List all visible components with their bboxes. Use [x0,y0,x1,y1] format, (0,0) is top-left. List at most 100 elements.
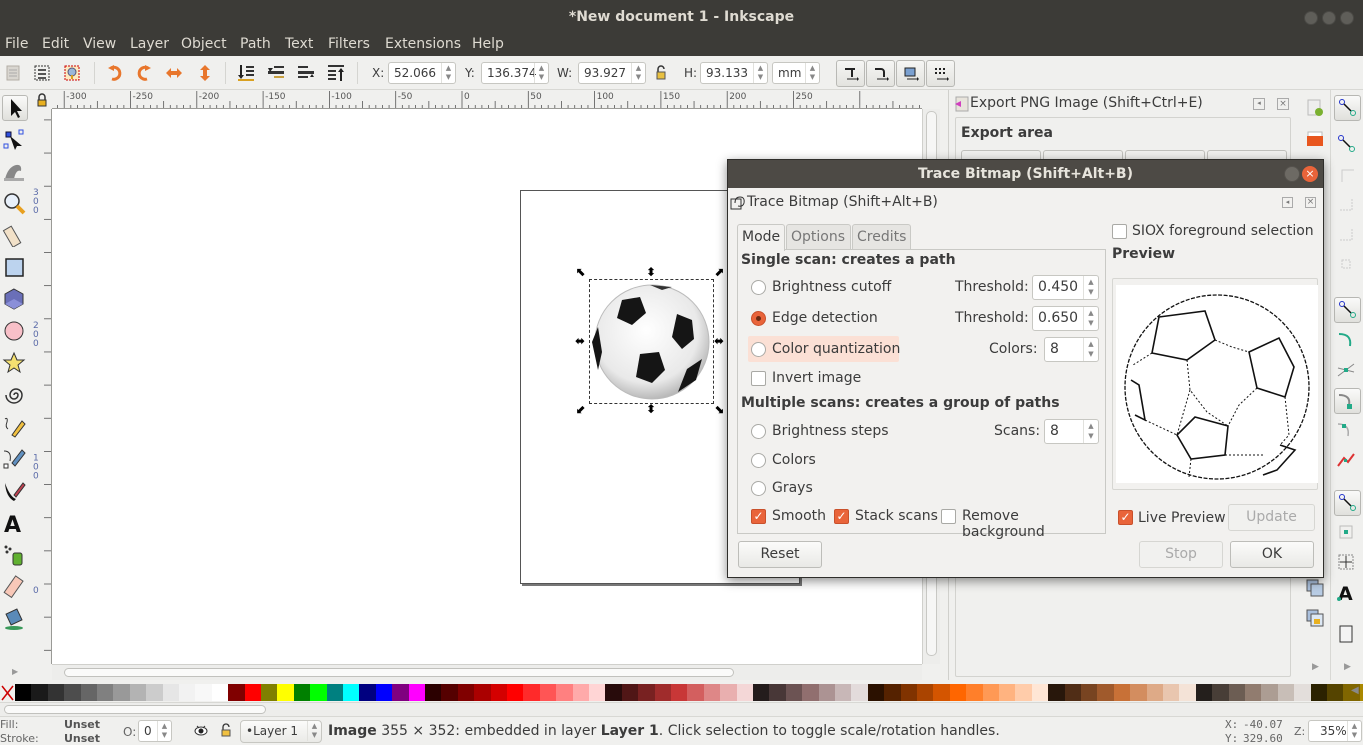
color-swatch[interactable] [671,684,688,701]
color-swatch[interactable] [1015,684,1033,701]
tab-options[interactable]: Options [786,224,851,250]
color-quantization-label[interactable]: Color quantization [772,341,900,357]
color-swatch[interactable] [408,684,426,701]
snap-bbox-corners-icon[interactable] [1334,192,1361,218]
x-coordinate-input[interactable]: 52.066 ▲ ▼ [388,62,456,84]
tab-credits[interactable]: Credits [852,224,911,250]
grays-radio[interactable] [751,481,766,496]
tab-mode[interactable]: Mode [737,224,785,251]
color-swatch[interactable] [1048,684,1066,701]
snap-toggle[interactable] [1334,95,1361,121]
color-swatch[interactable] [1245,684,1262,701]
color-swatch[interactable] [64,684,82,701]
width-input[interactable]: 93.927 ▲ ▼ [578,62,646,84]
color-swatch[interactable] [917,684,934,701]
color-swatch[interactable] [293,684,311,701]
star-tool[interactable] [2,351,28,377]
minimize-button[interactable] [1304,11,1318,25]
remove-background-checkbox[interactable] [941,509,956,524]
open-icon[interactable] [1305,128,1325,148]
color-swatch[interactable] [1195,684,1213,701]
move-patterns-toggle[interactable] [926,60,955,87]
snap-path-intersections-icon[interactable] [1334,358,1361,384]
lower-icon[interactable] [267,64,285,82]
rotate-cw-icon[interactable] [135,64,153,82]
dialog-close-button[interactable]: × [1302,166,1318,182]
ellipse-tool[interactable] [2,319,28,345]
spray-tool[interactable] [2,543,28,569]
snap-object-centers-icon[interactable] [1334,520,1361,546]
snap-bbox-icon[interactable] [1334,132,1361,158]
tweak-tool[interactable] [2,159,28,185]
layer-visibility-eye-icon[interactable] [194,724,208,738]
reset-button[interactable]: Reset [738,541,822,568]
measure-tool[interactable] [2,223,28,249]
spin-arrows[interactable]: ▲ ▼ [1083,338,1098,361]
color-swatch[interactable] [97,684,114,701]
move-gradients-toggle[interactable] [896,60,925,87]
spin-arrows[interactable]: ▲ ▼ [753,63,767,83]
menu-edit[interactable]: Edit [42,36,69,52]
color-swatch[interactable] [375,684,393,701]
color-swatch[interactable] [195,684,213,701]
raise-icon[interactable] [297,64,315,82]
invert-image-checkbox[interactable] [751,371,766,386]
color-swatch[interactable] [392,684,410,701]
color-swatch[interactable] [933,684,951,701]
no-paint-swatch[interactable] [1,684,14,701]
snap-others-toggle[interactable] [1334,490,1361,516]
color-swatch[interactable] [343,684,360,701]
selector-tool[interactable] [2,95,28,121]
flip-horizontal-icon[interactable] [165,64,183,82]
spin-arrows[interactable]: ▲ ▼ [1083,276,1098,299]
pen-tool[interactable] [2,447,28,473]
color-swatch[interactable] [654,684,672,701]
update-preview-button[interactable]: Update [1228,504,1315,531]
trace-panel-iconify-button[interactable]: ◂ [1282,197,1293,208]
vertical-ruler[interactable]: 3002001000 [30,109,52,664]
color-swatch[interactable] [1113,684,1131,701]
spin-arrows[interactable]: ▲ ▼ [1347,721,1361,741]
panel-close-button[interactable]: × [1277,98,1289,110]
scale-handle-e[interactable]: ⬌ [714,335,724,347]
snap-text-baseline-icon[interactable]: A [1334,580,1361,606]
siox-checkbox[interactable] [1112,224,1127,239]
color-swatch[interactable] [507,684,524,701]
color-swatch[interactable] [113,684,131,701]
snap-rotation-centers-icon[interactable] [1334,550,1361,576]
color-swatch[interactable] [1130,684,1148,701]
spin-arrows[interactable]: ▲ ▼ [307,721,321,741]
scale-handle-w[interactable]: ⬌ [575,335,585,347]
color-swatch[interactable] [818,684,836,701]
color-swatch[interactable] [359,684,377,701]
snap-bbox-edges-icon[interactable] [1334,162,1361,188]
group-icon[interactable] [1305,578,1325,598]
color-swatch[interactable] [900,684,918,701]
color-swatch[interactable] [1294,684,1312,701]
color-swatch[interactable] [80,684,98,701]
deselect-icon[interactable] [63,64,81,82]
scale-handle-sw[interactable]: ⬋ [576,403,586,415]
stack-scans-checkbox[interactable]: ✓ [834,509,849,524]
flip-vertical-icon[interactable] [196,64,214,82]
stack-scans-label[interactable]: Stack scans [855,508,938,524]
color-quantization-radio[interactable] [751,342,766,357]
color-swatch[interactable] [851,684,869,701]
stop-button[interactable]: Stop [1139,541,1223,568]
color-swatch[interactable] [982,684,1000,701]
color-swatch[interactable] [736,684,754,701]
color-swatch[interactable] [1310,684,1328,701]
brightness-threshold-input[interactable]: 0.450 ▲ ▼ [1032,275,1099,300]
color-swatch[interactable] [867,684,885,701]
color-swatch[interactable] [162,684,180,701]
select-all-layers-icon[interactable] [33,64,51,82]
spin-arrows[interactable]: ▲ ▼ [1083,420,1098,443]
spiral-tool[interactable] [2,383,28,409]
color-swatch[interactable] [441,684,459,701]
maximize-button[interactable] [1322,11,1336,25]
color-swatch[interactable] [277,684,295,701]
scans-input[interactable]: 8 ▲ ▼ [1044,419,1099,444]
color-swatch[interactable] [1163,684,1180,701]
scale-handle-s[interactable]: ⬍ [646,403,656,415]
color-swatch[interactable] [211,684,229,701]
